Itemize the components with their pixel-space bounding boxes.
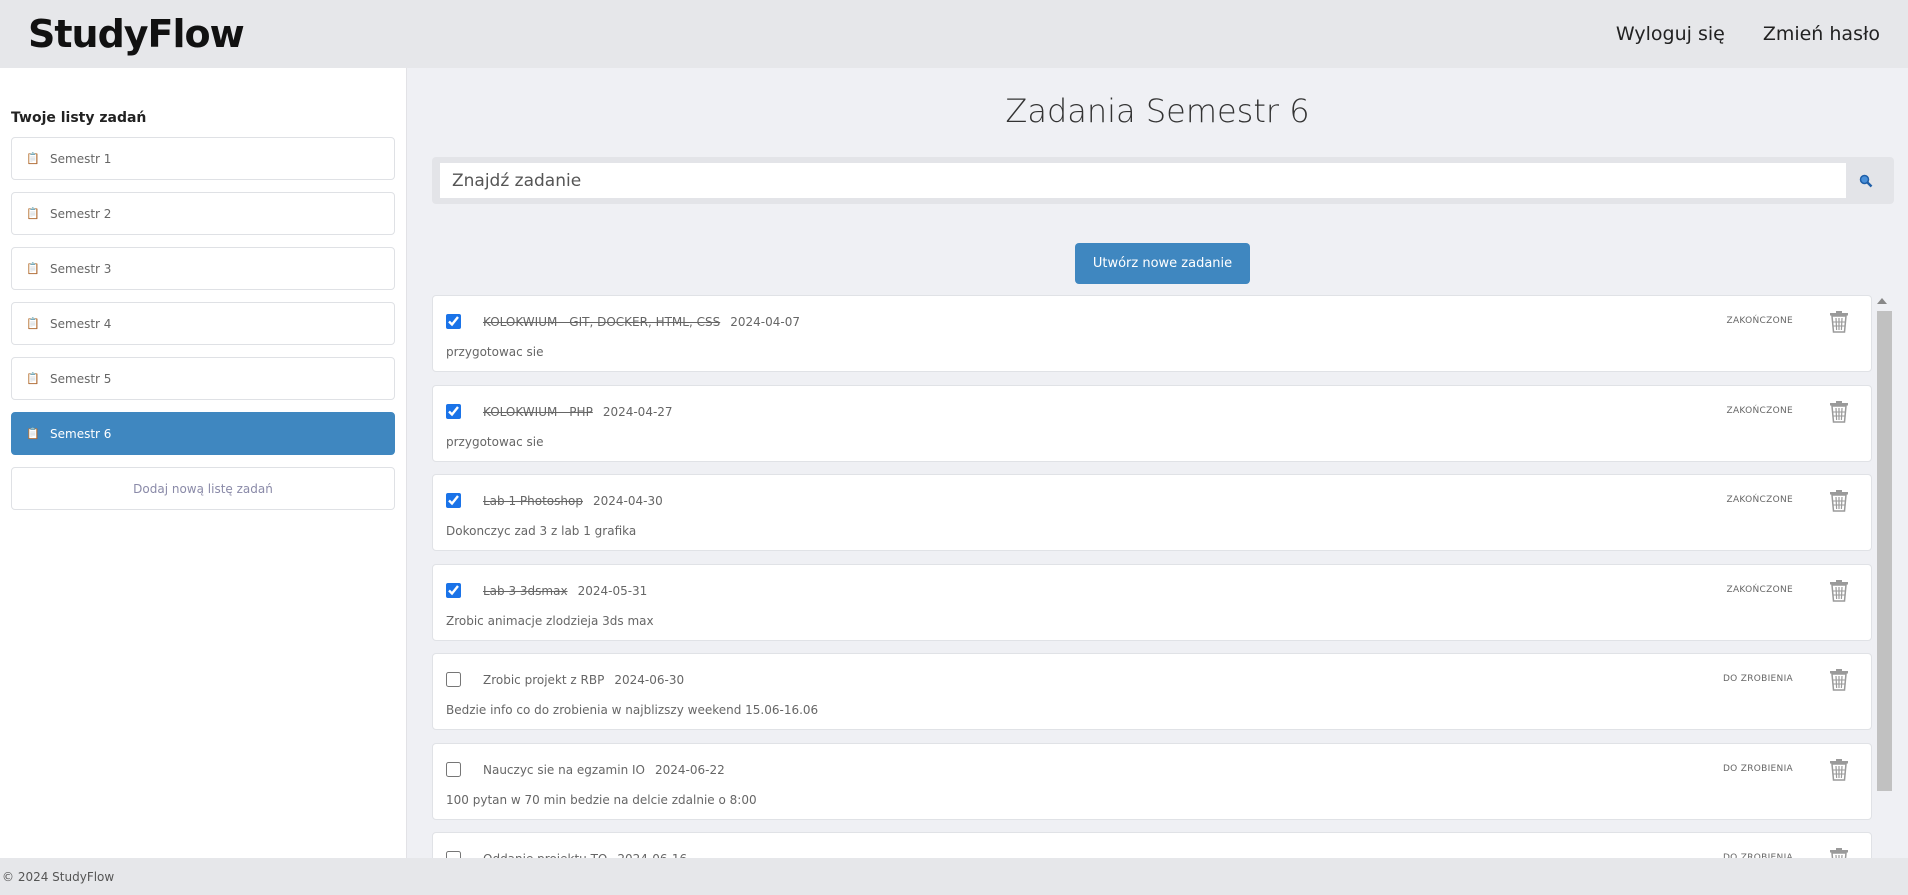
- task-title: Lab 3 3dsmax 2024-05-31: [483, 584, 647, 598]
- task-status-badge: DO ZROBIENIA: [1722, 674, 1793, 684]
- sidebar-list-item[interactable]: 📋 Semestr 5: [11, 357, 395, 400]
- clipboard-icon: 📋: [26, 207, 40, 220]
- sidebar-list-item[interactable]: 📋 Semestr 2: [11, 192, 395, 235]
- task-status-badge: ZAKOŃCZONE: [1726, 405, 1793, 416]
- trash-icon: [1830, 669, 1848, 691]
- task-lists: 📋 Semestr 1 📋 Semestr 2 📋 Semestr 3 📋 Semestr 4…: [11, 137, 395, 455]
- task-description: Dokonczyc zad 3 z lab 1 grafika: [446, 524, 637, 538]
- task-done-checkbox[interactable]: [446, 582, 461, 598]
- scroll-thumb[interactable]: [1877, 311, 1892, 791]
- task-title-text: KOLOKWIUM - GIT, DOCKER, HTML, CSS: [483, 315, 721, 329]
- sidebar-list-label: Semestr 5: [50, 371, 112, 386]
- task-title: Zrobic projekt z RBP 2024-06-30: [483, 673, 684, 687]
- add-list-button[interactable]: Dodaj nową listę zadań: [11, 467, 395, 510]
- delete-task-button[interactable]: [1829, 579, 1849, 602]
- change-password-link[interactable]: Zmień hasło: [1763, 23, 1880, 45]
- task-done-checkbox[interactable]: [446, 403, 461, 419]
- scroll-up-arrow[interactable]: [1877, 298, 1887, 304]
- task-date: 2024-04-07: [730, 315, 800, 329]
- task-title: Lab 1 Photoshop 2024-04-30: [483, 494, 663, 508]
- task-title-text: Lab 1 Photoshop: [483, 494, 583, 508]
- search-bar: [432, 157, 1894, 204]
- clipboard-icon: 📋: [26, 262, 40, 275]
- task-description: przygotowac sie: [446, 434, 544, 449]
- clipboard-icon: 📋: [26, 372, 40, 385]
- sidebar-list-label: Semestr 2: [50, 206, 112, 221]
- task-date: 2024-06-22: [654, 762, 725, 777]
- task-card: KOLOKWIUM - PHP 2024-04-27 przygotowac sie…: [432, 384, 1872, 462]
- task-done-checkbox[interactable]: [446, 672, 461, 687]
- page-title: Zadania Semestr 6: [1005, 92, 1310, 130]
- task-list: KOLOKWIUM - GIT, DOCKER, HTML, CSS 2024-0…: [432, 295, 1872, 858]
- task-date: 2024-04-27: [602, 404, 673, 419]
- clipboard-icon: 📋: [26, 317, 40, 330]
- trash-icon: [1830, 311, 1848, 333]
- task-date: 2024-04-30: [592, 494, 663, 508]
- task-done-checkbox[interactable]: [446, 314, 461, 329]
- task-description: Zrobic animacje zlodzieja 3ds max: [446, 613, 654, 628]
- task-date: 2024-06-30: [614, 673, 685, 687]
- clipboard-icon: 📋: [26, 427, 40, 440]
- task-title-text: KOLOKWIUM - PHP: [483, 404, 593, 419]
- trash-icon: [1830, 490, 1848, 512]
- logout-link[interactable]: Wyloguj się: [1616, 23, 1725, 45]
- task-title-text: Lab 3 3dsmax: [483, 583, 568, 598]
- sidebar-list-item[interactable]: 📋 Semestr 4: [11, 302, 395, 345]
- delete-task-button[interactable]: [1829, 758, 1849, 781]
- task-done-checkbox[interactable]: [446, 761, 461, 777]
- task-card: Oddanie projektu TO2024-06-16DO ZROBIENI…: [432, 832, 1872, 858]
- task-status-badge: DO ZROBIENIA: [1722, 763, 1793, 774]
- task-title-text: Zrobic projekt z RBP: [483, 673, 605, 687]
- main-content: Zadania Semestr 6 Utwórz nowe zadanie KO…: [407, 68, 1908, 858]
- trash-icon: [1830, 400, 1848, 423]
- trash-icon: [1830, 758, 1848, 781]
- task-status-badge: ZAKOŃCZONE: [1726, 316, 1793, 326]
- sidebar-list-item[interactable]: 📋 Semestr 6: [11, 412, 395, 455]
- task-title: KOLOKWIUM - PHP 2024-04-27: [483, 405, 673, 419]
- trash-icon: [1830, 579, 1848, 602]
- sidebar-list-label: Semestr 4: [50, 316, 112, 331]
- scrollbar[interactable]: [1873, 295, 1894, 858]
- task-card: Lab 3 3dsmax 2024-05-31 Zrobic animacje zl…: [432, 563, 1872, 641]
- sidebar-list-label: Semestr 6: [50, 426, 112, 441]
- delete-task-button[interactable]: [1829, 400, 1849, 423]
- task-title: KOLOKWIUM - GIT, DOCKER, HTML, CSS 2024-0…: [483, 315, 800, 329]
- task-description: Bedzie info co do zrobienia w najblizszy…: [446, 703, 819, 717]
- search-input[interactable]: [440, 163, 1846, 198]
- task-status-badge: ZAKOŃCZONE: [1726, 584, 1793, 595]
- delete-task-button[interactable]: [1829, 848, 1849, 858]
- sidebar-list-label: Semestr 3: [50, 261, 112, 276]
- task-card: KOLOKWIUM - GIT, DOCKER, HTML, CSS 2024-0…: [432, 295, 1872, 372]
- task-done-checkbox[interactable]: [446, 493, 461, 508]
- delete-task-button[interactable]: [1829, 669, 1849, 691]
- task-description: przygotowac sie: [446, 345, 544, 359]
- task-title: Nauczyc sie na egzamin IO 2024-06-22: [483, 763, 725, 777]
- delete-task-button[interactable]: [1829, 490, 1849, 512]
- task-card: Lab 1 Photoshop 2024-04-30 Dokonczyc zad 3…: [432, 474, 1872, 551]
- sidebar: Twoje listy zadań 📋 Semestr 1 📋 Semestr 2 📋 S…: [0, 68, 407, 858]
- app-logo[interactable]: StudyFlow: [28, 12, 245, 56]
- task-done-checkbox[interactable]: [446, 851, 461, 858]
- sidebar-list-label: Semestr 1: [50, 151, 112, 166]
- task-description: 100 pytan w 70 min bedzie na delcie zdal…: [446, 792, 757, 807]
- footer: © 2024 StudyFlow: [0, 858, 1908, 895]
- top-header: StudyFlow Wyloguj się Zmień hasło: [0, 0, 1908, 68]
- task-card: Zrobic projekt z RBP 2024-06-30 Bedzie inf…: [432, 653, 1872, 730]
- create-task-button[interactable]: Utwórz nowe zadanie: [1075, 243, 1250, 284]
- task-card: Nauczyc sie na egzamin IO 2024-06-22 100 p…: [432, 742, 1872, 820]
- delete-task-button[interactable]: [1829, 311, 1849, 333]
- sidebar-list-item[interactable]: 📋 Semestr 3: [11, 247, 395, 290]
- task-title-text: Nauczyc sie na egzamin IO: [483, 762, 645, 777]
- sidebar-title: Twoje listy zadań: [11, 110, 147, 126]
- task-date: 2024-05-31: [577, 583, 648, 598]
- trash-icon: [1830, 848, 1848, 858]
- search-button[interactable]: [1846, 163, 1886, 198]
- magnifier-icon: [1859, 174, 1873, 187]
- sidebar-list-item[interactable]: 📋 Semestr 1: [11, 137, 395, 180]
- task-status-badge: ZAKOŃCZONE: [1726, 495, 1793, 505]
- clipboard-icon: 📋: [26, 152, 40, 165]
- header-nav: Wyloguj się Zmień hasło: [1616, 23, 1880, 45]
